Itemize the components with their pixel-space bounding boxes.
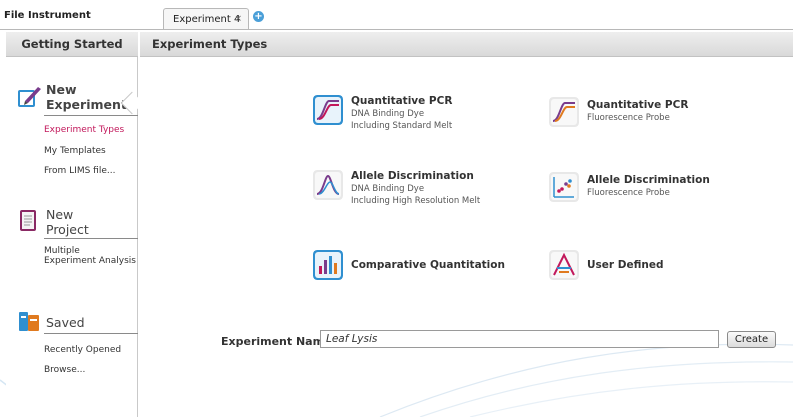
- new-experiment-divider: [44, 115, 138, 116]
- experiment-name-input[interactable]: [320, 330, 719, 348]
- tab-divider: [0, 29, 793, 30]
- type-title: Allele Discrimination: [587, 174, 710, 186]
- tab-experiment-4[interactable]: Experiment 4 ×: [163, 8, 249, 30]
- type-user-defined[interactable]: User Defined: [549, 250, 749, 282]
- new-project-divider: [44, 238, 138, 239]
- tab-close-icon[interactable]: ×: [234, 14, 242, 24]
- melt-peak-icon: [313, 170, 343, 200]
- cluster-plot-icon: [549, 172, 579, 202]
- getting-started-panel: Getting Started New Experiment Experimen…: [6, 32, 138, 417]
- type-subtitle: Fluorescence Probe: [587, 188, 670, 198]
- type-title: Comparative Quantitation: [351, 259, 505, 271]
- type-subtitle: DNA Binding Dye: [351, 109, 425, 119]
- new-experiment-title-line1: New: [46, 82, 77, 97]
- type-qpcr-fluorescence-probe[interactable]: Quantitative PCR Fluorescence Probe: [549, 97, 749, 137]
- type-title: Quantitative PCR: [587, 99, 689, 111]
- bar-chart-icon: [313, 250, 343, 280]
- menu-bar: File Instrument: [0, 0, 793, 30]
- nav-multiple-line2[interactable]: Experiment Analysis: [44, 256, 136, 266]
- custom-peak-icon: [549, 250, 579, 280]
- type-subtitle-2: Including Standard Melt: [351, 121, 453, 131]
- type-allele-discrimination-dna-binding-dye[interactable]: Allele Discrimination DNA Binding Dye In…: [313, 170, 533, 210]
- type-subtitle-2: Including High Resolution Melt: [351, 196, 481, 206]
- type-title: Quantitative PCR: [351, 95, 453, 107]
- new-project-title-line2: Project: [46, 222, 89, 237]
- type-title: Allele Discrimination: [351, 170, 474, 182]
- type-subtitle: DNA Binding Dye: [351, 184, 425, 194]
- type-qpcr-dna-binding-dye[interactable]: Quantitative PCR DNA Binding Dye Includi…: [313, 95, 513, 135]
- saved-title: Saved: [46, 315, 85, 330]
- saved-icon: [19, 312, 39, 331]
- new-experiment-title-line2: Experiment: [46, 97, 127, 112]
- type-allele-discrimination-fluorescence-probe[interactable]: Allele Discrimination Fluorescence Probe: [549, 172, 749, 212]
- nav-experiment-types[interactable]: Experiment Types: [44, 125, 124, 135]
- menu-file[interactable]: File: [4, 10, 24, 21]
- new-project-icon: [20, 210, 36, 231]
- nav-recently-opened[interactable]: Recently Opened: [44, 345, 121, 355]
- nav-my-templates[interactable]: My Templates: [44, 146, 106, 156]
- experiment-types-header: Experiment Types: [140, 32, 793, 57]
- type-comparative-quantitation[interactable]: Comparative Quantitation: [313, 250, 513, 282]
- qpcr-curve-icon: [313, 95, 343, 125]
- getting-started-header: Getting Started: [6, 32, 138, 57]
- type-subtitle: Fluorescence Probe: [587, 113, 670, 123]
- type-title: User Defined: [587, 259, 664, 271]
- experiment-name-label: Experiment Name: [221, 335, 332, 348]
- nav-from-lims-file[interactable]: From LIMS file...: [44, 166, 115, 176]
- menu-instrument[interactable]: Instrument: [28, 10, 91, 21]
- nav-multiple-line1[interactable]: Multiple: [44, 246, 80, 256]
- qpcr-curve-icon: [549, 97, 579, 127]
- nav-browse[interactable]: Browse...: [44, 365, 85, 375]
- tab-label: Experiment 4: [173, 14, 241, 25]
- create-button[interactable]: Create: [727, 331, 776, 348]
- new-experiment-icon: [18, 87, 41, 107]
- new-project-title-line1: New: [46, 207, 74, 222]
- add-tab-icon[interactable]: +: [253, 11, 264, 22]
- saved-divider: [44, 333, 138, 334]
